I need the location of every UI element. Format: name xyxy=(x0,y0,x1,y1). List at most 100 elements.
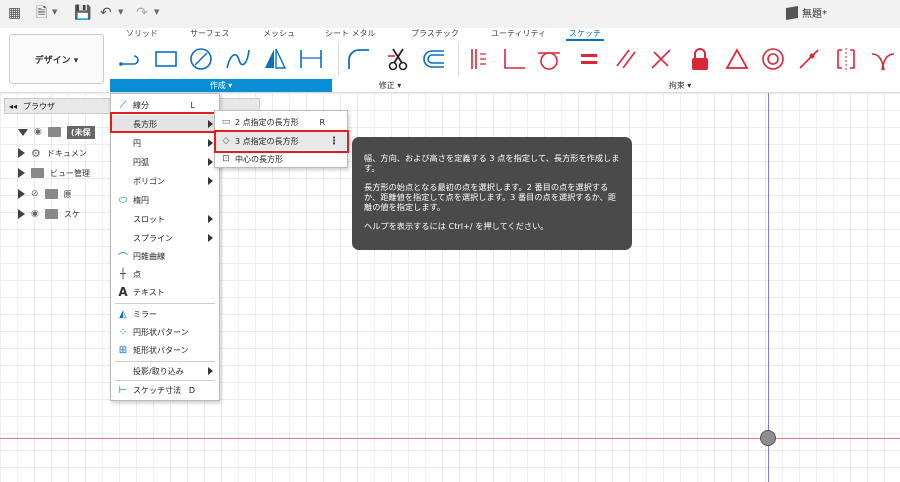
undo-dropdown-icon[interactable]: ▼ xyxy=(118,8,123,16)
perpendicular-constraint-icon[interactable] xyxy=(648,46,674,72)
line-tool-icon[interactable] xyxy=(118,46,144,72)
menu-item-circle[interactable]: 円 xyxy=(111,134,219,152)
expand-down-icon[interactable] xyxy=(18,128,28,136)
browser-item-document-settings[interactable]: ⚙ ドキュメン xyxy=(18,144,87,162)
rectangular-pattern-icon: ⊞ xyxy=(118,344,128,356)
tab-sheet-metal[interactable]: シート メタル xyxy=(325,28,376,39)
highlight-box-3-point-rectangle xyxy=(214,130,349,153)
concentric-constraint-icon[interactable] xyxy=(760,46,786,72)
spline-tool-icon[interactable] xyxy=(225,46,251,72)
text-icon: A xyxy=(118,285,128,299)
folder-icon xyxy=(31,168,44,178)
submenu-arrow-icon xyxy=(208,177,213,185)
tooltip-summary: 幅、方向、および高さを定義する 3 点を指定して、長方形を作成します。 xyxy=(364,153,620,173)
menu-item-text[interactable]: A テキスト xyxy=(111,283,219,301)
menu-item-ellipse[interactable]: ⬭ 楕円 xyxy=(111,191,219,209)
gear-icon: ⚙ xyxy=(31,146,41,160)
center-rectangle-icon: ⊡ xyxy=(222,154,230,164)
menu-item-mirror[interactable]: ◭ ミラー xyxy=(111,305,219,323)
origin-point[interactable] xyxy=(760,430,776,446)
menu-item-spline[interactable]: スプライン xyxy=(111,229,219,247)
menu-item-polygon[interactable]: ポリゴン xyxy=(111,172,219,190)
create-dropdown-menu: ⟋ 線分 L 長方形 円 円弧 ポリゴン ⬭ 楕円 スロット スプライン ⌒ 円… xyxy=(110,93,220,401)
parallel-constraint-icon[interactable] xyxy=(613,46,639,72)
submenu-arrow-icon xyxy=(208,139,213,147)
y-axis-line xyxy=(768,93,769,482)
submenu-arrow-icon xyxy=(208,234,213,242)
menu-item-circular-pattern[interactable]: ⁘ 円形状パターン xyxy=(111,323,219,341)
file-dropdown-icon[interactable]: ▼ xyxy=(52,8,57,16)
point-icon: ┼ xyxy=(119,268,127,280)
conic-icon: ⌒ xyxy=(118,252,128,264)
document-title: 無題* xyxy=(786,5,827,20)
browser-root-row[interactable]: ◉ (未保 xyxy=(18,123,95,141)
expand-right-icon[interactable] xyxy=(18,189,25,199)
apps-grid-icon[interactable]: ▦ xyxy=(8,5,21,21)
expand-right-icon[interactable] xyxy=(18,168,25,178)
collapse-browser-icon[interactable]: ◂◂ xyxy=(9,102,17,111)
menu-item-arc[interactable]: 円弧 xyxy=(111,153,219,171)
menu-item-slot[interactable]: スロット xyxy=(111,210,219,228)
browser-title: ブラウザ xyxy=(23,101,56,111)
app-bar: ▦ 🗎 ▼ 💾 ↶ ▼ ↷ ▼ 無題* xyxy=(0,0,900,28)
browser-item-named-views[interactable]: ビュー管理 xyxy=(18,164,90,182)
browser-item-origin[interactable]: ⊘ 原 xyxy=(18,185,72,203)
offset-tool-icon[interactable] xyxy=(420,46,446,72)
tab-surface[interactable]: サーフェス xyxy=(190,28,230,39)
browser-item-sketches[interactable]: ◉ スケ xyxy=(18,205,80,223)
file-icon[interactable]: 🗎 xyxy=(36,5,47,21)
modify-group-label[interactable]: 修正 ▾ xyxy=(365,79,415,92)
menu-item-rectangular-pattern[interactable]: ⊞ 矩形状パターン xyxy=(111,341,219,359)
workspace-switcher[interactable]: デザイン ▾ xyxy=(9,34,104,84)
visibility-eye-icon[interactable]: ◉ xyxy=(31,209,39,219)
menu-item-conic[interactable]: ⌒ 円錐曲線 xyxy=(111,247,219,265)
redo-dropdown-icon[interactable]: ▼ xyxy=(154,8,159,16)
tab-utility[interactable]: ユーティリティ xyxy=(491,28,546,39)
tab-mesh[interactable]: メッシュ xyxy=(263,28,295,39)
two-point-rectangle-icon: ▭ xyxy=(221,117,231,127)
save-icon[interactable]: 💾 xyxy=(74,5,91,21)
tooltip-details: 長方形の始点となる最初の点を選択します。2 番目の点を選択するか、距離値を指定し… xyxy=(364,182,617,212)
equal-constraint-icon[interactable] xyxy=(576,46,602,72)
expand-right-icon[interactable] xyxy=(18,148,25,158)
horizontal-vertical-constraint-icon[interactable] xyxy=(466,46,492,72)
redo-icon[interactable]: ↷ xyxy=(136,5,148,21)
symmetry-constraint-icon[interactable] xyxy=(833,46,859,72)
expand-right-icon[interactable] xyxy=(18,209,25,219)
document-cube-icon xyxy=(786,5,798,20)
circular-pattern-icon: ⁘ xyxy=(118,326,128,338)
submenu-item-2-point-rectangle[interactable]: ▭ 2 点指定の長方形 R xyxy=(215,113,347,131)
tab-plastic[interactable]: プラスチック xyxy=(411,28,459,39)
menu-item-project-include[interactable]: 投影/取り込み xyxy=(111,362,219,380)
fix-constraint-lock-icon[interactable] xyxy=(687,46,713,72)
visibility-eye-icon[interactable]: ◉ xyxy=(34,127,42,137)
tab-solid[interactable]: ソリッド xyxy=(126,28,158,39)
curvature-constraint-icon[interactable] xyxy=(870,46,896,72)
dimension-tool-icon[interactable] xyxy=(298,46,324,72)
tab-sketch[interactable]: スケッチ xyxy=(566,28,604,41)
midpoint-constraint-icon[interactable] xyxy=(724,46,750,72)
menu-item-point[interactable]: ┼ 点 xyxy=(111,265,219,283)
submenu-arrow-icon xyxy=(208,158,213,166)
dimension-icon: ⊢ xyxy=(118,384,128,396)
undo-icon[interactable]: ↶ xyxy=(100,5,112,21)
create-group-label[interactable]: 作成 ▾ xyxy=(110,79,332,92)
submenu-arrow-icon xyxy=(208,215,213,223)
coincident-constraint-icon[interactable] xyxy=(501,46,527,72)
component-icon xyxy=(47,127,61,137)
trim-tool-icon[interactable] xyxy=(385,46,411,72)
circle-tool-icon[interactable] xyxy=(188,46,214,72)
mirror-tool-icon[interactable] xyxy=(262,46,288,72)
tooltip-help-hint: ヘルプを表示するには Ctrl+/ を押してください。 xyxy=(364,221,549,231)
constraint-group-label[interactable]: 拘束 ▾ xyxy=(650,79,710,92)
collinear-constraint-icon[interactable] xyxy=(796,46,822,72)
tangent-constraint-icon[interactable] xyxy=(536,46,562,72)
mirror-icon: ◭ xyxy=(119,308,127,320)
ellipse-icon: ⬭ xyxy=(118,194,128,206)
line-icon: ⟋ xyxy=(119,99,127,111)
hidden-eye-icon[interactable]: ⊘ xyxy=(31,189,39,199)
submenu-arrow-icon xyxy=(208,367,213,375)
rectangle-tool-icon[interactable] xyxy=(153,46,179,72)
fillet-tool-icon[interactable] xyxy=(346,46,372,72)
menu-item-sketch-dimension[interactable]: ⊢ スケッチ寸法 D xyxy=(111,381,219,399)
